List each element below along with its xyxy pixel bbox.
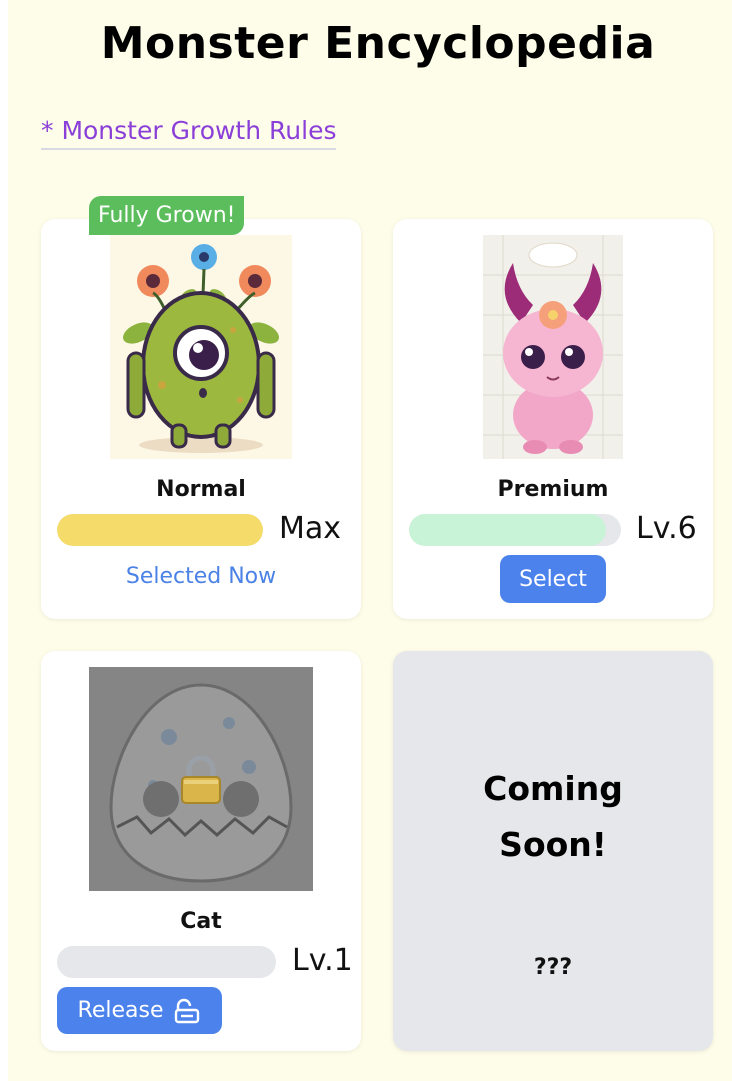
release-button[interactable]: Release: [57, 987, 222, 1034]
fully-grown-badge: Fully Grown!: [89, 196, 245, 235]
monster-card-cat[interactable]: Cat Lv.1 Release: [41, 651, 361, 1051]
coming-soon-card: Coming Soon! ???: [393, 651, 713, 1051]
monster-name: Premium: [497, 477, 609, 502]
level-label: Max: [279, 511, 342, 546]
select-button[interactable]: Select: [500, 555, 606, 603]
page-title: Monster Encyclopedia: [100, 18, 656, 69]
coming-soon-line-1: Coming: [483, 769, 623, 808]
monster-name: Normal: [156, 477, 246, 502]
monster-card-premium[interactable]: Premium Lv.6 Select: [393, 219, 713, 619]
progress-bar: [57, 946, 276, 978]
monster-image-cat-locked: [89, 667, 313, 891]
progress-bar: [57, 514, 263, 546]
progress-bar: [409, 514, 621, 546]
coming-soon-line-2: Soon!: [499, 825, 607, 864]
monster-image-normal: [110, 235, 292, 459]
release-button-label: Release: [77, 998, 164, 1023]
level-label: Lv.6: [636, 511, 697, 546]
unknown-monster-label: ???: [533, 955, 573, 980]
level-label: Lv.1: [292, 943, 353, 978]
progress-fill: [409, 514, 607, 546]
monster-name: Cat: [180, 909, 222, 934]
coming-soon-title: Coming Soon!: [393, 761, 713, 873]
unlock-icon: [173, 998, 201, 1024]
growth-rules-link[interactable]: * Monster Growth Rules: [41, 116, 337, 150]
page-background: Monster Encyclopedia * Monster Growth Ru…: [8, 0, 732, 1081]
monster-card-normal[interactable]: Normal Max Selected Now: [41, 219, 361, 619]
padlock-icon: [178, 756, 224, 804]
selected-now-label: Selected Now: [125, 564, 277, 589]
monster-image-premium: [483, 235, 623, 459]
progress-fill: [57, 514, 263, 546]
